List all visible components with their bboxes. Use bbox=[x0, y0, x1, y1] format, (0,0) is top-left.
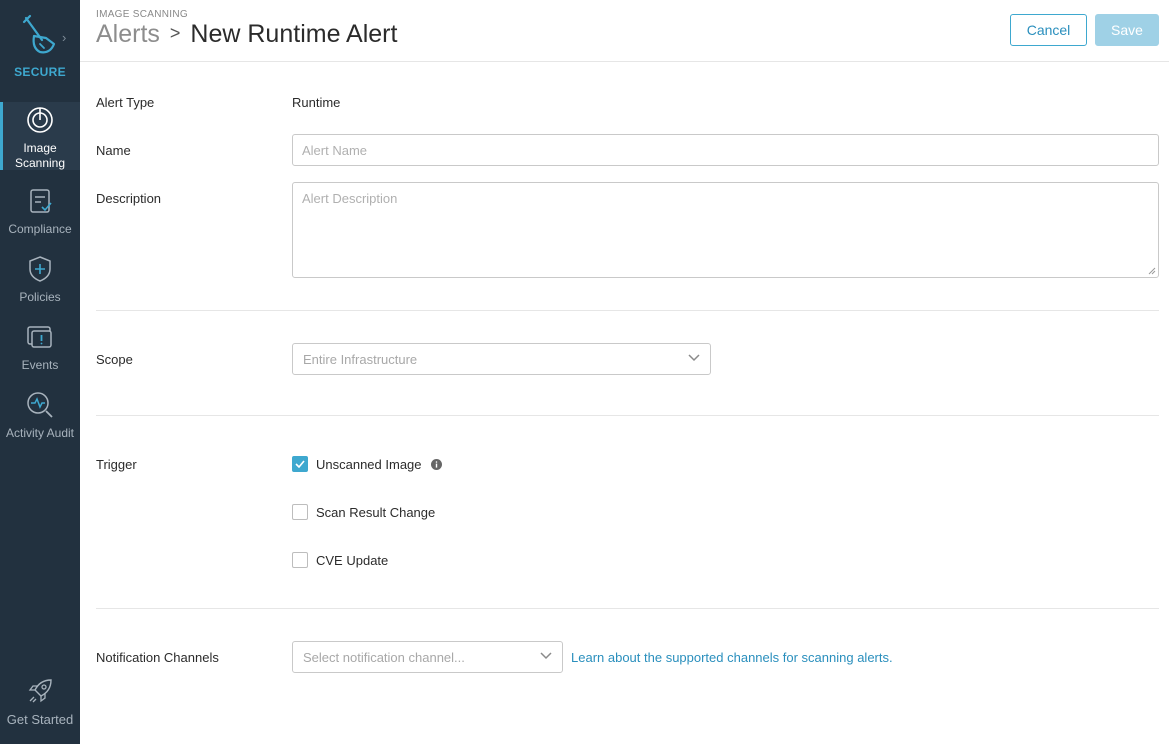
sidebar-item-compliance[interactable]: Compliance bbox=[0, 186, 80, 244]
section-label: IMAGE SCANNING bbox=[96, 9, 188, 20]
trigger-label: Trigger bbox=[96, 457, 137, 472]
check-icon bbox=[295, 460, 305, 468]
notification-channel-placeholder: Select notification channel... bbox=[303, 650, 465, 665]
cancel-button[interactable]: Cancel bbox=[1010, 14, 1087, 46]
activity-audit-icon bbox=[27, 392, 53, 418]
notification-channels-label: Notification Channels bbox=[96, 650, 219, 665]
sidebar: › SECURE Image Scanning Compliance Polic… bbox=[0, 0, 80, 744]
scope-label: Scope bbox=[96, 352, 133, 367]
section-divider bbox=[96, 310, 1159, 311]
chevron-down-icon bbox=[688, 354, 700, 362]
trigger-scan-result-change[interactable]: Scan Result Change bbox=[292, 503, 435, 521]
notification-channel-select[interactable]: Select notification channel... bbox=[292, 641, 563, 673]
alert-type-label: Alert Type bbox=[96, 95, 155, 110]
section-divider bbox=[96, 415, 1159, 416]
alert-description-placeholder: Alert Description bbox=[302, 191, 398, 206]
description-label: Description bbox=[96, 191, 162, 206]
page-title: New Runtime Alert bbox=[190, 20, 398, 48]
sidebar-item-image-scanning[interactable]: Image Scanning bbox=[0, 102, 80, 170]
chevron-right-icon: › bbox=[62, 30, 67, 45]
breadcrumb-separator: > bbox=[169, 23, 181, 43]
scan-result-change-checkbox[interactable] bbox=[292, 504, 308, 520]
sidebar-item-label: Activity Audit bbox=[5, 426, 75, 440]
section-divider bbox=[96, 608, 1159, 609]
info-icon[interactable] bbox=[430, 458, 442, 470]
scope-select[interactable]: Entire Infrastructure bbox=[292, 343, 711, 375]
alert-name-placeholder: Alert Name bbox=[302, 143, 368, 158]
sidebar-item-events[interactable]: Events bbox=[0, 322, 80, 380]
sidebar-item-label: Events bbox=[21, 358, 59, 372]
sidebar-item-label: Policies bbox=[19, 290, 61, 304]
sidebar-item-get-started[interactable]: Get Started bbox=[0, 676, 80, 736]
page-header: IMAGE SCANNING Alerts > New Runtime Alert … bbox=[80, 0, 1169, 62]
events-icon bbox=[27, 326, 52, 348]
trigger-unscanned-image[interactable]: Unscanned Image bbox=[292, 455, 442, 473]
alert-description-textarea[interactable]: Alert Description bbox=[292, 182, 1159, 278]
compliance-icon bbox=[30, 189, 52, 213]
image-scanning-icon bbox=[27, 107, 53, 133]
name-label: Name bbox=[96, 143, 131, 158]
alert-type-value: Runtime bbox=[292, 95, 341, 110]
sidebar-item-activity-audit[interactable]: Activity Audit bbox=[0, 390, 80, 448]
alert-name-input[interactable]: Alert Name bbox=[292, 134, 1159, 166]
sidebar-item-label: Image Scanning bbox=[14, 141, 66, 170]
unscanned-image-label: Unscanned Image bbox=[316, 456, 422, 472]
unscanned-image-checkbox[interactable] bbox=[292, 456, 308, 472]
scan-result-change-label: Scan Result Change bbox=[316, 504, 436, 520]
sidebar-item-label: Get Started bbox=[6, 712, 74, 727]
shovel-logo-icon bbox=[22, 14, 56, 54]
brand[interactable]: › SECURE bbox=[0, 0, 80, 96]
policies-icon bbox=[29, 256, 51, 282]
save-button[interactable]: Save bbox=[1095, 14, 1159, 46]
supported-channels-link[interactable]: Learn about the supported channels for s… bbox=[571, 650, 893, 665]
sidebar-item-policies[interactable]: Policies bbox=[0, 254, 80, 312]
cve-update-label: CVE Update bbox=[316, 552, 389, 568]
cve-update-checkbox[interactable] bbox=[292, 552, 308, 568]
scope-selected-value: Entire Infrastructure bbox=[303, 352, 418, 367]
brand-label: SECURE bbox=[14, 65, 66, 79]
trigger-cve-update[interactable]: CVE Update bbox=[292, 551, 388, 569]
breadcrumb-alerts-link[interactable]: Alerts bbox=[96, 20, 160, 48]
chevron-down-icon bbox=[540, 652, 552, 660]
resize-grip-icon[interactable] bbox=[1148, 267, 1156, 275]
breadcrumb: Alerts > New Runtime Alert bbox=[96, 20, 397, 49]
rocket-icon bbox=[28, 679, 52, 703]
sidebar-item-label: Compliance bbox=[8, 222, 72, 236]
